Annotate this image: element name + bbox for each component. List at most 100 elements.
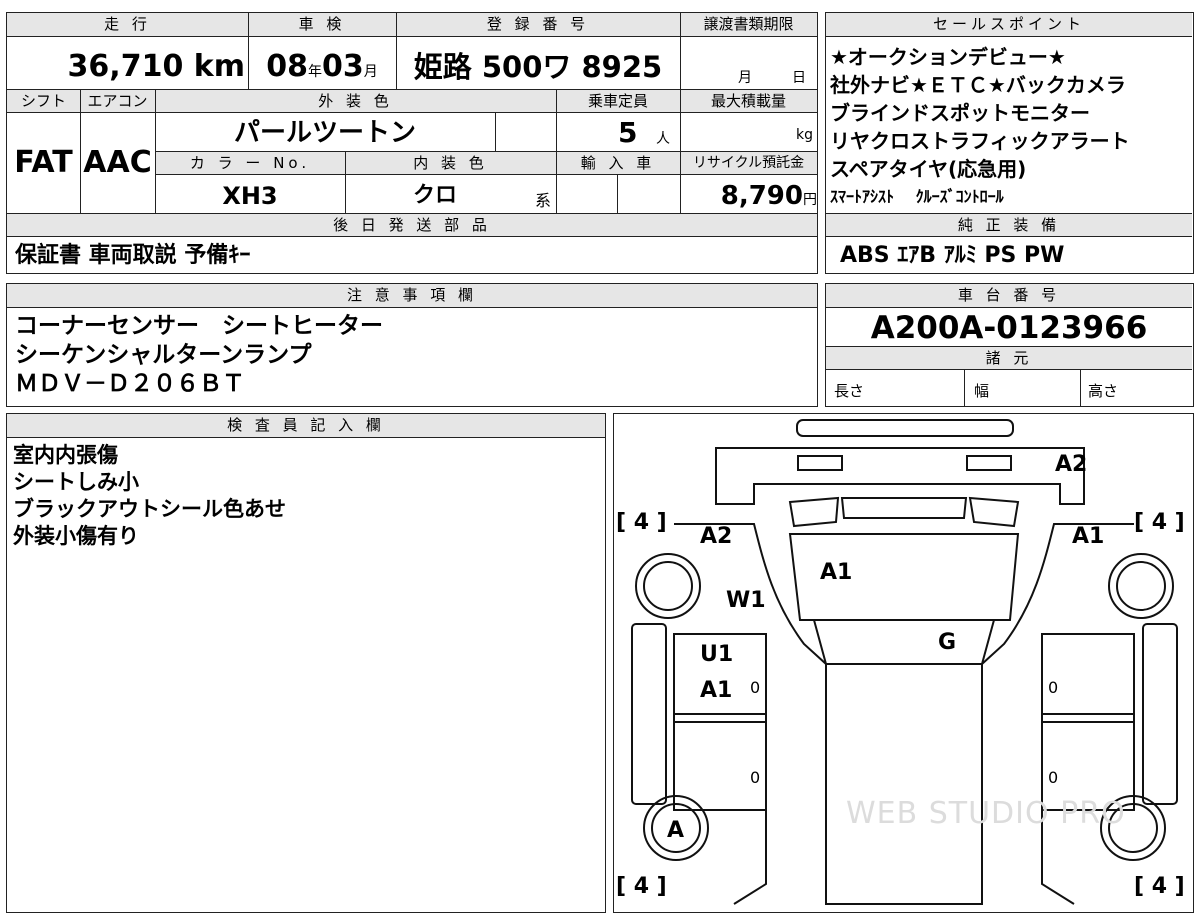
car-diagram-panel: [ 4 ] [ 4 ] [ 4 ] [ 4 ] A2 A2 A1 A1 W1 G… bbox=[613, 413, 1194, 913]
interior-suffix: 系 bbox=[535, 191, 552, 210]
sales-points-list: ★オークションデビュー★ 社外ナビ★ＥＴＣ★バックカメラ ブラインドスポットモニ… bbox=[830, 43, 1190, 211]
spec-length-label: 長さ bbox=[834, 382, 865, 400]
rear-window bbox=[840, 497, 968, 519]
grid-line bbox=[248, 13, 249, 89]
inspection-value: 08年03月 bbox=[248, 39, 396, 89]
rear-lamp-left bbox=[797, 455, 843, 471]
rear-window bbox=[788, 496, 840, 528]
color-no-label: カ ラ ー No. bbox=[155, 151, 345, 175]
recycle-number: 8,790 bbox=[720, 181, 803, 211]
capacity-number: 5 bbox=[618, 116, 638, 149]
sales-points-label: セールスポイント bbox=[826, 13, 1192, 37]
left-side-step bbox=[631, 623, 667, 805]
notes-label: 注 意 事 項 欄 bbox=[7, 284, 817, 308]
year-unit: 年 bbox=[308, 64, 322, 80]
grid-line bbox=[80, 89, 81, 213]
capacity-value: 5 人 bbox=[556, 113, 680, 151]
hood-outline bbox=[825, 663, 983, 905]
mileage-number: 36,710 bbox=[67, 49, 184, 84]
color-no-value: XH3 bbox=[222, 182, 278, 210]
grid-line bbox=[617, 175, 618, 213]
damage-code: A1 bbox=[700, 678, 733, 703]
left-door-2 bbox=[673, 721, 767, 811]
registration-value: 姫路 500ワ 8925 bbox=[413, 50, 663, 84]
inspector-line: ブラックアウトシール色あせ bbox=[13, 497, 286, 521]
damage-code: A2 bbox=[1055, 452, 1088, 477]
chassis-panel: 車 台 番 号 A200A-0123966 諸 元 長さ 幅 高さ bbox=[825, 283, 1194, 407]
rear-right-wheel bbox=[1108, 553, 1174, 619]
aircon-label: エアコン bbox=[80, 89, 155, 113]
grid-line bbox=[680, 13, 681, 213]
recycle-label: リサイクル預託金 bbox=[680, 151, 817, 175]
registration-label: 登 録 番 号 bbox=[396, 13, 680, 37]
inspector-panel: 検 査 員 記 入 欄 室内内張傷 シートしみ小 ブラックアウトシール色あせ 外… bbox=[6, 413, 606, 913]
sales-point-line: スペアタイヤ(応急用) bbox=[830, 157, 1027, 181]
exterior-color-label: 外 装 色 bbox=[155, 89, 556, 113]
inspector-label: 検 査 員 記 入 欄 bbox=[7, 414, 605, 438]
notes-panel: 注 意 事 項 欄 コーナーセンサー シートヒーター シーケンシャルターンランプ… bbox=[6, 283, 818, 407]
specs-label: 諸 元 bbox=[826, 346, 1192, 370]
mileage-label: 走 行 bbox=[7, 13, 248, 37]
max-load-value: kg bbox=[680, 113, 817, 151]
shipping-parts-label: 後 日 発 送 部 品 bbox=[7, 213, 817, 237]
inspection-label: 車 検 bbox=[248, 13, 396, 37]
rear-window bbox=[968, 496, 1020, 528]
sales-point-line: リヤクロストラフィックアラート bbox=[830, 129, 1130, 153]
note-line: シーケンシャルターンランプ bbox=[15, 342, 312, 368]
sales-point-line: ｽﾏｰﾄｱｼｽﾄ ｸﾙｰｽﾞｺﾝﾄﾛｰﾙ bbox=[830, 187, 1004, 206]
chassis-label: 車 台 番 号 bbox=[826, 284, 1192, 308]
shift-value: FAT bbox=[14, 145, 73, 180]
damage-code: W1 bbox=[726, 588, 766, 613]
aircon-value: AAC bbox=[83, 145, 152, 180]
rear-left-wheel bbox=[635, 553, 701, 619]
deadline-month-unit: 月 bbox=[738, 70, 752, 86]
spec-width-label: 幅 bbox=[974, 382, 990, 400]
recycle-unit: 円 bbox=[803, 192, 817, 208]
damage-code: A2 bbox=[700, 524, 733, 549]
grid-line bbox=[495, 113, 496, 151]
watermark: WEB STUDIO PRO bbox=[846, 796, 1126, 831]
tire-mark-front-left: [ 4 ] bbox=[616, 874, 667, 899]
month-unit: 月 bbox=[363, 64, 378, 80]
deadline-day-unit: 日 bbox=[792, 70, 806, 86]
interior-color-value: クロ bbox=[412, 183, 457, 208]
rear-lamp-right bbox=[966, 455, 1012, 471]
max-load-unit: kg bbox=[796, 127, 813, 143]
zero-mark: 0 bbox=[750, 678, 761, 697]
inspection-year: 08 bbox=[266, 49, 308, 84]
zero-mark: 0 bbox=[1048, 678, 1059, 697]
inspector-line: 室内内張傷 bbox=[13, 443, 118, 467]
interior-color-label: 内 装 色 bbox=[345, 151, 556, 175]
grid-line bbox=[556, 89, 557, 213]
standard-equipment-label: 純 正 装 備 bbox=[826, 213, 1192, 237]
sales-points-panel: セールスポイント ★オークションデビュー★ 社外ナビ★ＥＴＣ★バックカメラ ブラ… bbox=[825, 12, 1194, 274]
rear-bumper-outline bbox=[796, 419, 1014, 437]
mileage-unit: km bbox=[193, 49, 245, 84]
sales-point-line: ブラインドスポットモニター bbox=[830, 101, 1090, 125]
note-line: コーナーセンサー シートヒーター bbox=[15, 313, 383, 339]
tire-mark-rear-left: [ 4 ] bbox=[616, 510, 667, 535]
standard-equipment-value: ABS ｴｱB ｱﾙﾐ PS PW bbox=[840, 243, 1065, 268]
inspector-list: 室内内張傷 シートしみ小 ブラックアウトシール色あせ 外装小傷有り bbox=[13, 442, 286, 550]
exterior-color-value: パールツートン bbox=[233, 118, 416, 148]
max-load-label: 最大積載量 bbox=[680, 89, 817, 113]
windshield bbox=[812, 619, 996, 665]
damage-code: A1 bbox=[1072, 524, 1105, 549]
mileage-value: 36,710 km bbox=[7, 39, 245, 89]
grid-line bbox=[396, 13, 397, 89]
damage-code: A bbox=[667, 818, 685, 843]
inspector-line: シートしみ小 bbox=[13, 470, 139, 494]
shift-label: シフト bbox=[7, 89, 80, 113]
capacity-label: 乗車定員 bbox=[556, 89, 680, 113]
chassis-number: A200A-0123966 bbox=[870, 310, 1148, 346]
transfer-deadline-value: 月 日 bbox=[680, 39, 817, 89]
tire-mark-front-right: [ 4 ] bbox=[1134, 874, 1185, 899]
import-label: 輸 入 車 bbox=[556, 151, 680, 175]
grid-line bbox=[345, 151, 346, 213]
damage-code: G bbox=[938, 630, 957, 655]
vehicle-info-grid: 走 行 車 検 登 録 番 号 譲渡書類期限 36,710 km 08年03 月 … bbox=[6, 12, 818, 274]
shipping-parts-value: 保証書 車両取説 予備ｷｰ bbox=[15, 243, 251, 268]
sales-point-line: ★オークションデビュー★ bbox=[830, 45, 1066, 69]
damage-code: U1 bbox=[700, 642, 734, 667]
zero-mark: 0 bbox=[1048, 768, 1059, 787]
